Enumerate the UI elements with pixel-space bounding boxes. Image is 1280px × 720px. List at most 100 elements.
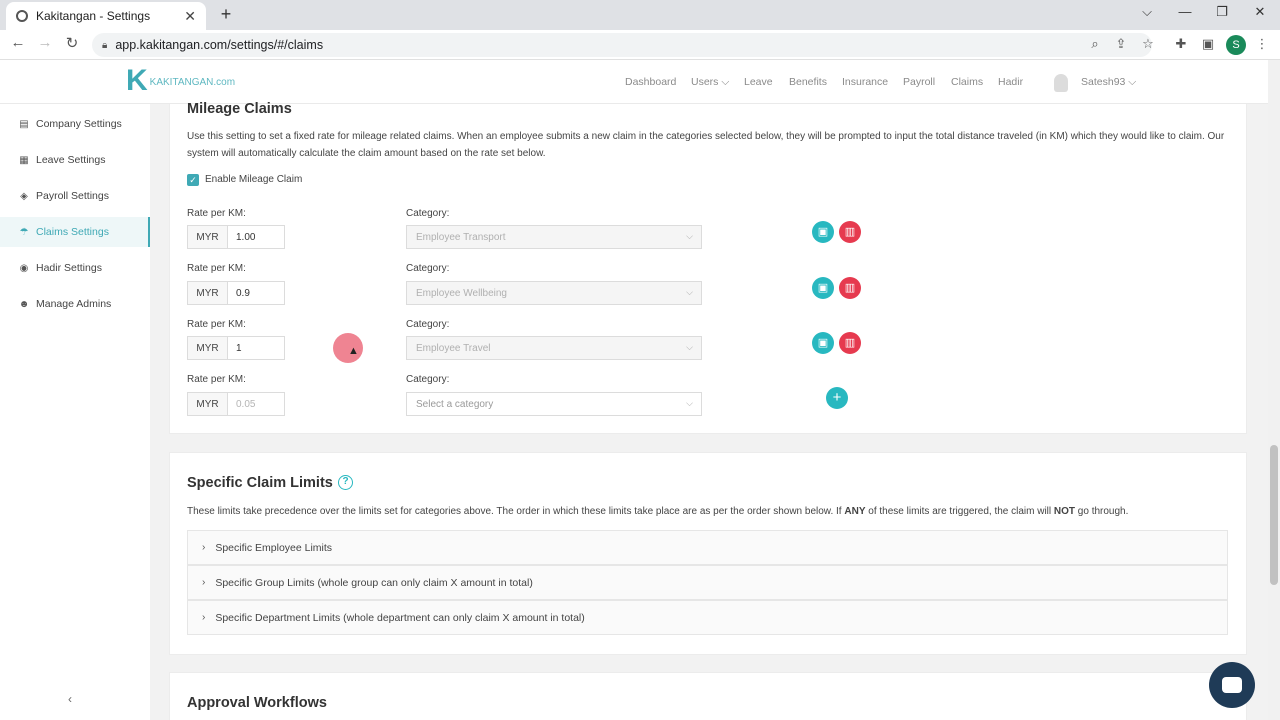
settings-sidebar: ▤ Company Settings ▦ Leave Settings ◈ Pa… bbox=[0, 104, 150, 720]
close-tab-icon[interactable]: ✕ bbox=[184, 8, 196, 25]
rate-label: Rate per KM: bbox=[187, 208, 246, 219]
sidebar-item-company[interactable]: ▤ Company Settings bbox=[0, 109, 150, 139]
sidebar-item-claims[interactable]: ☂ Claims Settings bbox=[0, 217, 150, 247]
rate-input[interactable]: 0.9 bbox=[228, 282, 284, 304]
chevron-down-icon: ⌵ bbox=[686, 231, 693, 241]
tab-search-icon[interactable]: ⌵ bbox=[1137, 4, 1157, 20]
category-select[interactable]: Employee Transport ⌵ bbox=[406, 225, 702, 249]
nav-leave[interactable]: Leave bbox=[744, 76, 773, 88]
category-label: Category: bbox=[406, 208, 450, 219]
nav-benefits[interactable]: Benefits bbox=[789, 76, 827, 88]
collapse-sidebar-icon[interactable]: ‹ bbox=[68, 692, 72, 706]
mileage-claims-description: Use this setting to set a fixed rate for… bbox=[187, 131, 1225, 159]
forward-icon[interactable]: → bbox=[35, 34, 55, 51]
sidebar-item-label: Claims Settings bbox=[36, 226, 109, 238]
bookmark-star-icon[interactable]: ☆ bbox=[1139, 36, 1157, 52]
new-tab-button[interactable]: + bbox=[216, 4, 236, 25]
accordion-label: Specific Employee Limits bbox=[215, 541, 333, 554]
share-icon[interactable]: ⇪ bbox=[1112, 36, 1130, 52]
rate-input-group[interactable]: MYR 0.05 bbox=[187, 392, 285, 416]
accordion-label: Specific Department Limits (whole depart… bbox=[215, 611, 585, 624]
chevron-down-icon: ⌵ bbox=[686, 342, 693, 352]
category-label: Category: bbox=[406, 263, 450, 274]
sidebar-item-payroll[interactable]: ◈ Payroll Settings bbox=[0, 181, 150, 211]
save-row-button[interactable]: ▣ bbox=[812, 277, 834, 299]
sidepanel-icon[interactable]: ▣ bbox=[1199, 36, 1217, 52]
building-icon: ▤ bbox=[19, 118, 29, 130]
help-icon[interactable]: ? bbox=[338, 475, 353, 490]
category-label: Category: bbox=[406, 374, 450, 385]
back-icon[interactable]: ← bbox=[8, 34, 28, 51]
rate-label: Rate per KM: bbox=[187, 374, 246, 385]
claim-limits-description: These limits take precedence over the li… bbox=[187, 506, 1129, 517]
save-icon: ▣ bbox=[817, 337, 829, 349]
scrollbar-thumb[interactable] bbox=[1270, 445, 1278, 585]
currency-addon: MYR bbox=[188, 337, 228, 359]
sidebar-item-admins[interactable]: ☻ Manage Admins bbox=[0, 289, 150, 319]
nav-claims[interactable]: Claims bbox=[951, 76, 983, 88]
rate-input-group[interactable]: MYR 1.00 bbox=[187, 225, 285, 249]
maximize-icon[interactable]: ❐ bbox=[1212, 4, 1232, 20]
user-avatar[interactable] bbox=[1054, 74, 1068, 92]
category-select[interactable]: Employee Wellbeing ⌵ bbox=[406, 281, 702, 305]
kakitangan-logo[interactable]: K KAKITANGAN.com bbox=[126, 66, 235, 96]
rate-label: Rate per KM: bbox=[187, 319, 246, 330]
logo-text: KAKITANGAN.com bbox=[149, 76, 236, 88]
rate-input-group[interactable]: MYR 0.9 bbox=[187, 281, 285, 305]
enable-mileage-checkbox[interactable]: ✓ bbox=[187, 174, 199, 186]
chevron-right-icon: › bbox=[202, 577, 206, 588]
category-value: Employee Transport bbox=[416, 231, 506, 243]
delete-row-button[interactable]: ▥ bbox=[839, 332, 861, 354]
category-select[interactable]: Employee Travel ⌵ bbox=[406, 336, 702, 360]
trash-icon: ▥ bbox=[844, 282, 856, 294]
chat-bubble-icon bbox=[1222, 677, 1242, 693]
chat-widget-button[interactable] bbox=[1209, 662, 1255, 708]
nav-dashboard[interactable]: Dashboard bbox=[625, 76, 676, 88]
extensions-icon[interactable]: ✚ bbox=[1172, 36, 1190, 52]
sidebar-item-hadir[interactable]: ◉ Hadir Settings bbox=[0, 253, 150, 283]
rate-input[interactable]: 1 bbox=[228, 337, 284, 359]
nav-payroll[interactable]: Payroll bbox=[903, 76, 935, 88]
rate-input-group[interactable]: MYR 1 bbox=[187, 336, 285, 360]
currency-addon: MYR bbox=[188, 282, 228, 304]
accordion-department-limits[interactable]: › Specific Department Limits (whole depa… bbox=[187, 600, 1228, 635]
nav-users[interactable]: Users ⌵ bbox=[691, 76, 729, 89]
accordion-employee-limits[interactable]: › Specific Employee Limits bbox=[187, 530, 1228, 565]
chevron-right-icon: › bbox=[202, 612, 206, 623]
nav-hadir[interactable]: Hadir bbox=[998, 76, 1023, 88]
rate-label: Rate per KM: bbox=[187, 263, 246, 274]
rate-input[interactable]: 1.00 bbox=[228, 226, 284, 248]
fingerprint-icon: ◉ bbox=[19, 262, 29, 274]
delete-row-button[interactable]: ▥ bbox=[839, 221, 861, 243]
user-menu[interactable]: Satesh93 ⌵ bbox=[1081, 76, 1136, 89]
browser-tab[interactable]: Kakitangan - Settings ✕ bbox=[6, 2, 206, 30]
globe-icon bbox=[16, 10, 28, 22]
approval-workflows-title: Approval Workflows bbox=[187, 695, 327, 711]
accordion-group-limits[interactable]: › Specific Group Limits (whole group can… bbox=[187, 565, 1228, 600]
close-window-icon[interactable]: ✕ bbox=[1250, 4, 1270, 20]
browser-toolbar: ← → ↻ 🔒︎ app.kakitangan.com/settings/#/c… bbox=[0, 30, 1280, 60]
nav-insurance[interactable]: Insurance bbox=[842, 76, 888, 88]
mileage-claims-title: Mileage Claims bbox=[187, 101, 292, 117]
page-scrollbar[interactable] bbox=[1268, 60, 1280, 720]
delete-row-button[interactable]: ▥ bbox=[839, 277, 861, 299]
save-row-button[interactable]: ▣ bbox=[812, 221, 834, 243]
enable-mileage-label: Enable Mileage Claim bbox=[205, 174, 303, 185]
new-category-select[interactable]: Select a category ⌵ bbox=[406, 392, 702, 416]
currency-addon: MYR bbox=[188, 393, 228, 415]
reload-icon[interactable]: ↻ bbox=[62, 34, 82, 52]
sidebar-item-label: Leave Settings bbox=[36, 154, 106, 166]
money-icon: ◈ bbox=[20, 190, 28, 202]
category-value: Employee Travel bbox=[416, 342, 491, 354]
menu-kebab-icon[interactable]: ⋮ bbox=[1253, 36, 1271, 52]
sidebar-item-label: Manage Admins bbox=[36, 298, 112, 310]
url-text: app.kakitangan.com/settings/#/claims bbox=[115, 38, 324, 52]
profile-avatar[interactable]: S bbox=[1226, 35, 1246, 55]
address-bar[interactable]: 🔒︎ app.kakitangan.com/settings/#/claims bbox=[92, 33, 1152, 57]
zoom-icon[interactable]: ⌕ bbox=[1086, 36, 1104, 52]
save-row-button[interactable]: ▣ bbox=[812, 332, 834, 354]
sidebar-item-leave[interactable]: ▦ Leave Settings bbox=[0, 145, 150, 175]
new-rate-input[interactable]: 0.05 bbox=[228, 393, 284, 415]
minimize-icon[interactable]: — bbox=[1175, 4, 1195, 19]
add-row-button[interactable]: + bbox=[826, 387, 848, 409]
